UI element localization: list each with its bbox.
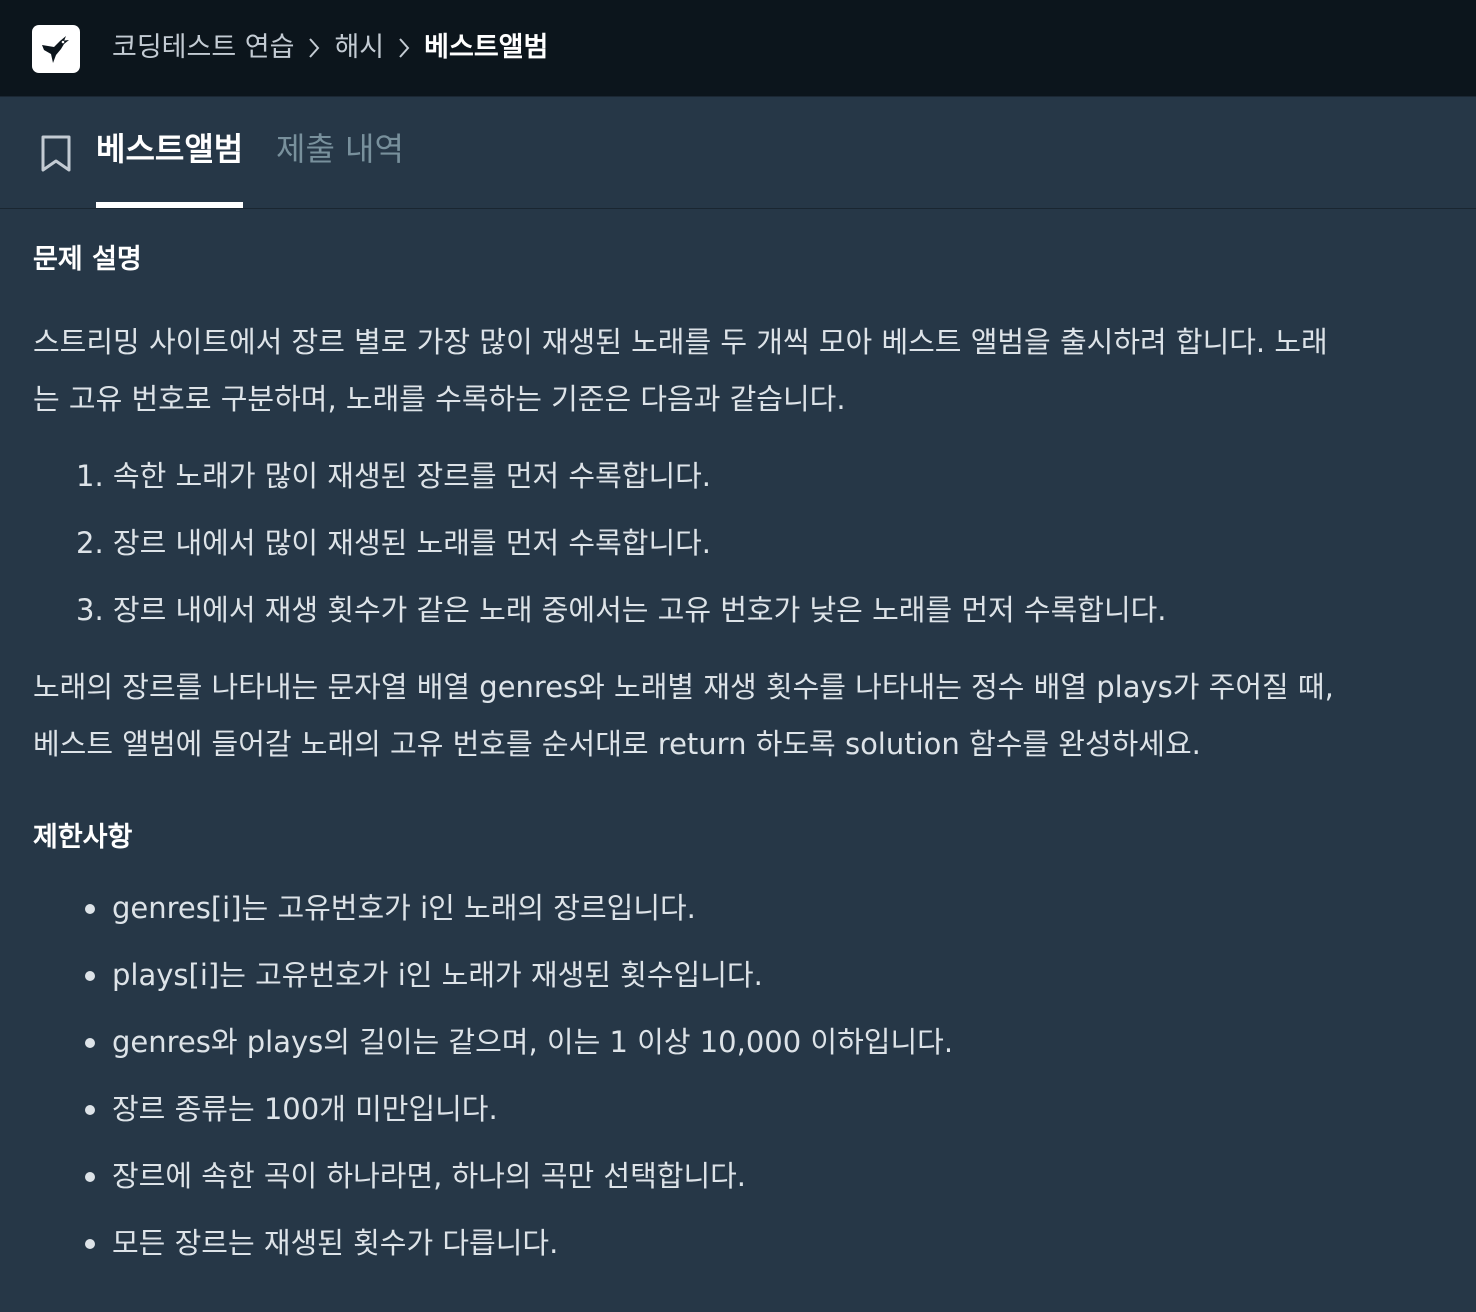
intro-line: 는 고유 번호로 구분하며, 노래를 수록하는 기준은 다음과 같습니다. xyxy=(33,382,846,416)
constraints-heading: 제한사항 xyxy=(33,822,133,853)
constraint-text: genres와 plays의 길이는 같으며, 이는 1 이상 10,000 이… xyxy=(112,1025,954,1059)
top-navigation-bar: 코딩테스트 연습 해시 베스트앨범 xyxy=(0,0,1476,97)
list-item: 1. 속한 노래가 많이 재생된 장르를 먼저 수록합니다. xyxy=(76,459,712,493)
list-item: 3. 장르 내에서 재생 횟수가 같은 노래 중에서는 고유 번호가 낮은 노래… xyxy=(76,593,1167,627)
intro-line: 스트리밍 사이트에서 장르 별로 가장 많이 재생된 노래를 두 개씩 모아 베… xyxy=(33,325,1328,359)
tab-submissions[interactable]: 제출 내역 xyxy=(276,126,404,172)
bullet-icon xyxy=(85,1239,95,1249)
bullet-icon xyxy=(85,1038,95,1048)
rules-list: 1. 속한 노래가 많이 재생된 장르를 먼저 수록합니다. 2. 장르 내에서… xyxy=(33,452,1443,653)
bullet-icon xyxy=(85,1172,95,1182)
description-heading: 문제 설명 xyxy=(33,244,142,275)
chevron-right-icon xyxy=(294,28,334,68)
intro-paragraph: 스트리밍 사이트에서 장르 별로 가장 많이 재생된 노래를 두 개씩 모아 베… xyxy=(33,314,1443,428)
list-item: genres[i]는 고유번호가 i인 노래의 장르입니다. xyxy=(33,884,1443,951)
bullet-icon xyxy=(85,971,95,981)
bookmark-icon[interactable] xyxy=(40,135,72,173)
breadcrumb-item-hash[interactable]: 해시 xyxy=(334,28,384,68)
problem-content: 문제 설명 스트리밍 사이트에서 장르 별로 가장 많이 재생된 노래를 두 개… xyxy=(33,232,1443,1286)
constraint-text: 모든 장르는 재생된 횟수가 다릅니다. xyxy=(112,1226,559,1260)
constraint-text: genres[i]는 고유번호가 i인 노래의 장르입니다. xyxy=(112,891,696,925)
list-item: 장르에 속한 곡이 하나라면, 하나의 곡만 선택합니다. xyxy=(33,1152,1443,1219)
constraints-list: genres[i]는 고유번호가 i인 노래의 장르입니다. plays[i]는… xyxy=(33,884,1443,1286)
active-tab-indicator xyxy=(96,202,243,208)
chevron-right-icon xyxy=(384,28,424,68)
constraint-text: plays[i]는 고유번호가 i인 노래가 재생된 횟수입니다. xyxy=(112,958,763,992)
bullet-icon xyxy=(85,1105,95,1115)
bullet-icon xyxy=(85,904,95,914)
breadcrumb: 코딩테스트 연습 해시 베스트앨범 xyxy=(112,28,548,68)
task-line: 노래의 장르를 나타내는 문자열 배열 genres와 노래별 재생 횟수를 나… xyxy=(33,670,1334,704)
list-item: plays[i]는 고유번호가 i인 노래가 재생된 횟수입니다. xyxy=(33,951,1443,1018)
task-line: 베스트 앨범에 들어갈 노래의 고유 번호를 순서대로 return 하도록 s… xyxy=(33,727,1201,761)
breadcrumb-item-current: 베스트앨범 xyxy=(424,32,549,63)
list-item: 모든 장르는 재생된 횟수가 다릅니다. xyxy=(33,1219,1443,1286)
list-item: 2. 장르 내에서 많이 재생된 노래를 먼저 수록합니다. xyxy=(76,526,712,560)
list-item: 장르 종류는 100개 미만입니다. xyxy=(33,1085,1443,1152)
tab-problem[interactable]: 베스트앨범 xyxy=(96,126,243,172)
list-item: genres와 plays의 길이는 같으며, 이는 1 이상 10,000 이… xyxy=(33,1018,1443,1085)
constraint-text: 장르 종류는 100개 미만입니다. xyxy=(112,1092,498,1126)
breadcrumb-item-coding-test[interactable]: 코딩테스트 연습 xyxy=(112,28,294,68)
task-paragraph: 노래의 장르를 나타내는 문자열 배열 genres와 노래별 재생 횟수를 나… xyxy=(33,659,1443,773)
hummingbird-logo-icon[interactable] xyxy=(32,25,80,73)
constraint-text: 장르에 속한 곡이 하나라면, 하나의 곡만 선택합니다. xyxy=(112,1159,747,1193)
